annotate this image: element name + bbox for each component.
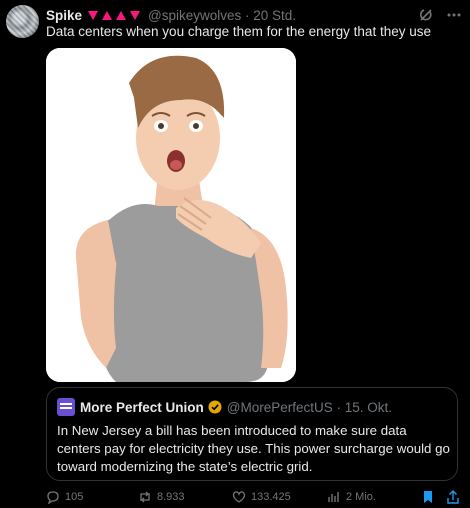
like-count: 133.425 [251,491,291,503]
avatar[interactable] [6,5,39,38]
reply-count: 105 [65,491,84,503]
views-button[interactable]: 2 Mio. [327,490,376,504]
triangle-down-icon [88,10,99,20]
triangle-down-icon [130,10,141,20]
triangle-up-icon [102,10,113,20]
quoted-author-name: More Perfect Union [80,399,204,415]
author-handle-time[interactable]: @spikeywolves · 20 Std. [148,8,296,23]
tweet-image[interactable] [46,48,296,382]
quoted-handle-date: @MorePerfectUS · 15. Okt. [226,399,393,415]
grok-icon[interactable] [418,7,434,23]
reply-button[interactable]: 105 [46,490,83,504]
bookmark-icon [424,491,432,503]
share-button[interactable] [446,490,460,504]
views-icon [328,492,339,502]
share-icon [447,490,459,504]
surprised-woman-photo [46,48,296,382]
author-name[interactable]: Spike [46,8,82,23]
views-count: 2 Mio. [346,491,376,503]
bookmark-button[interactable] [421,490,435,504]
tweet-header: Spike @spikeywolves · 20 Std. [46,6,462,24]
reply-icon [47,491,59,504]
like-button[interactable]: 133.425 [232,490,291,504]
repost-button[interactable]: 8.933 [138,490,185,504]
tweet-text: Data centers when you charge them for th… [46,24,431,39]
more-icon[interactable] [446,7,462,23]
more-perfect-union-logo [57,398,75,416]
repost-count: 8.933 [157,491,185,503]
quoted-tweet[interactable]: More Perfect Union @MorePerfectUS · 15. … [46,387,458,481]
tweet-actions: 105 8.933 133.425 2 Mio. [46,490,460,506]
quoted-text: In New Jersey a bill has been introduced… [57,423,450,474]
verified-badge-icon [208,400,222,414]
repost-icon [140,491,150,503]
like-icon [232,491,246,503]
triangle-up-icon [116,10,127,20]
